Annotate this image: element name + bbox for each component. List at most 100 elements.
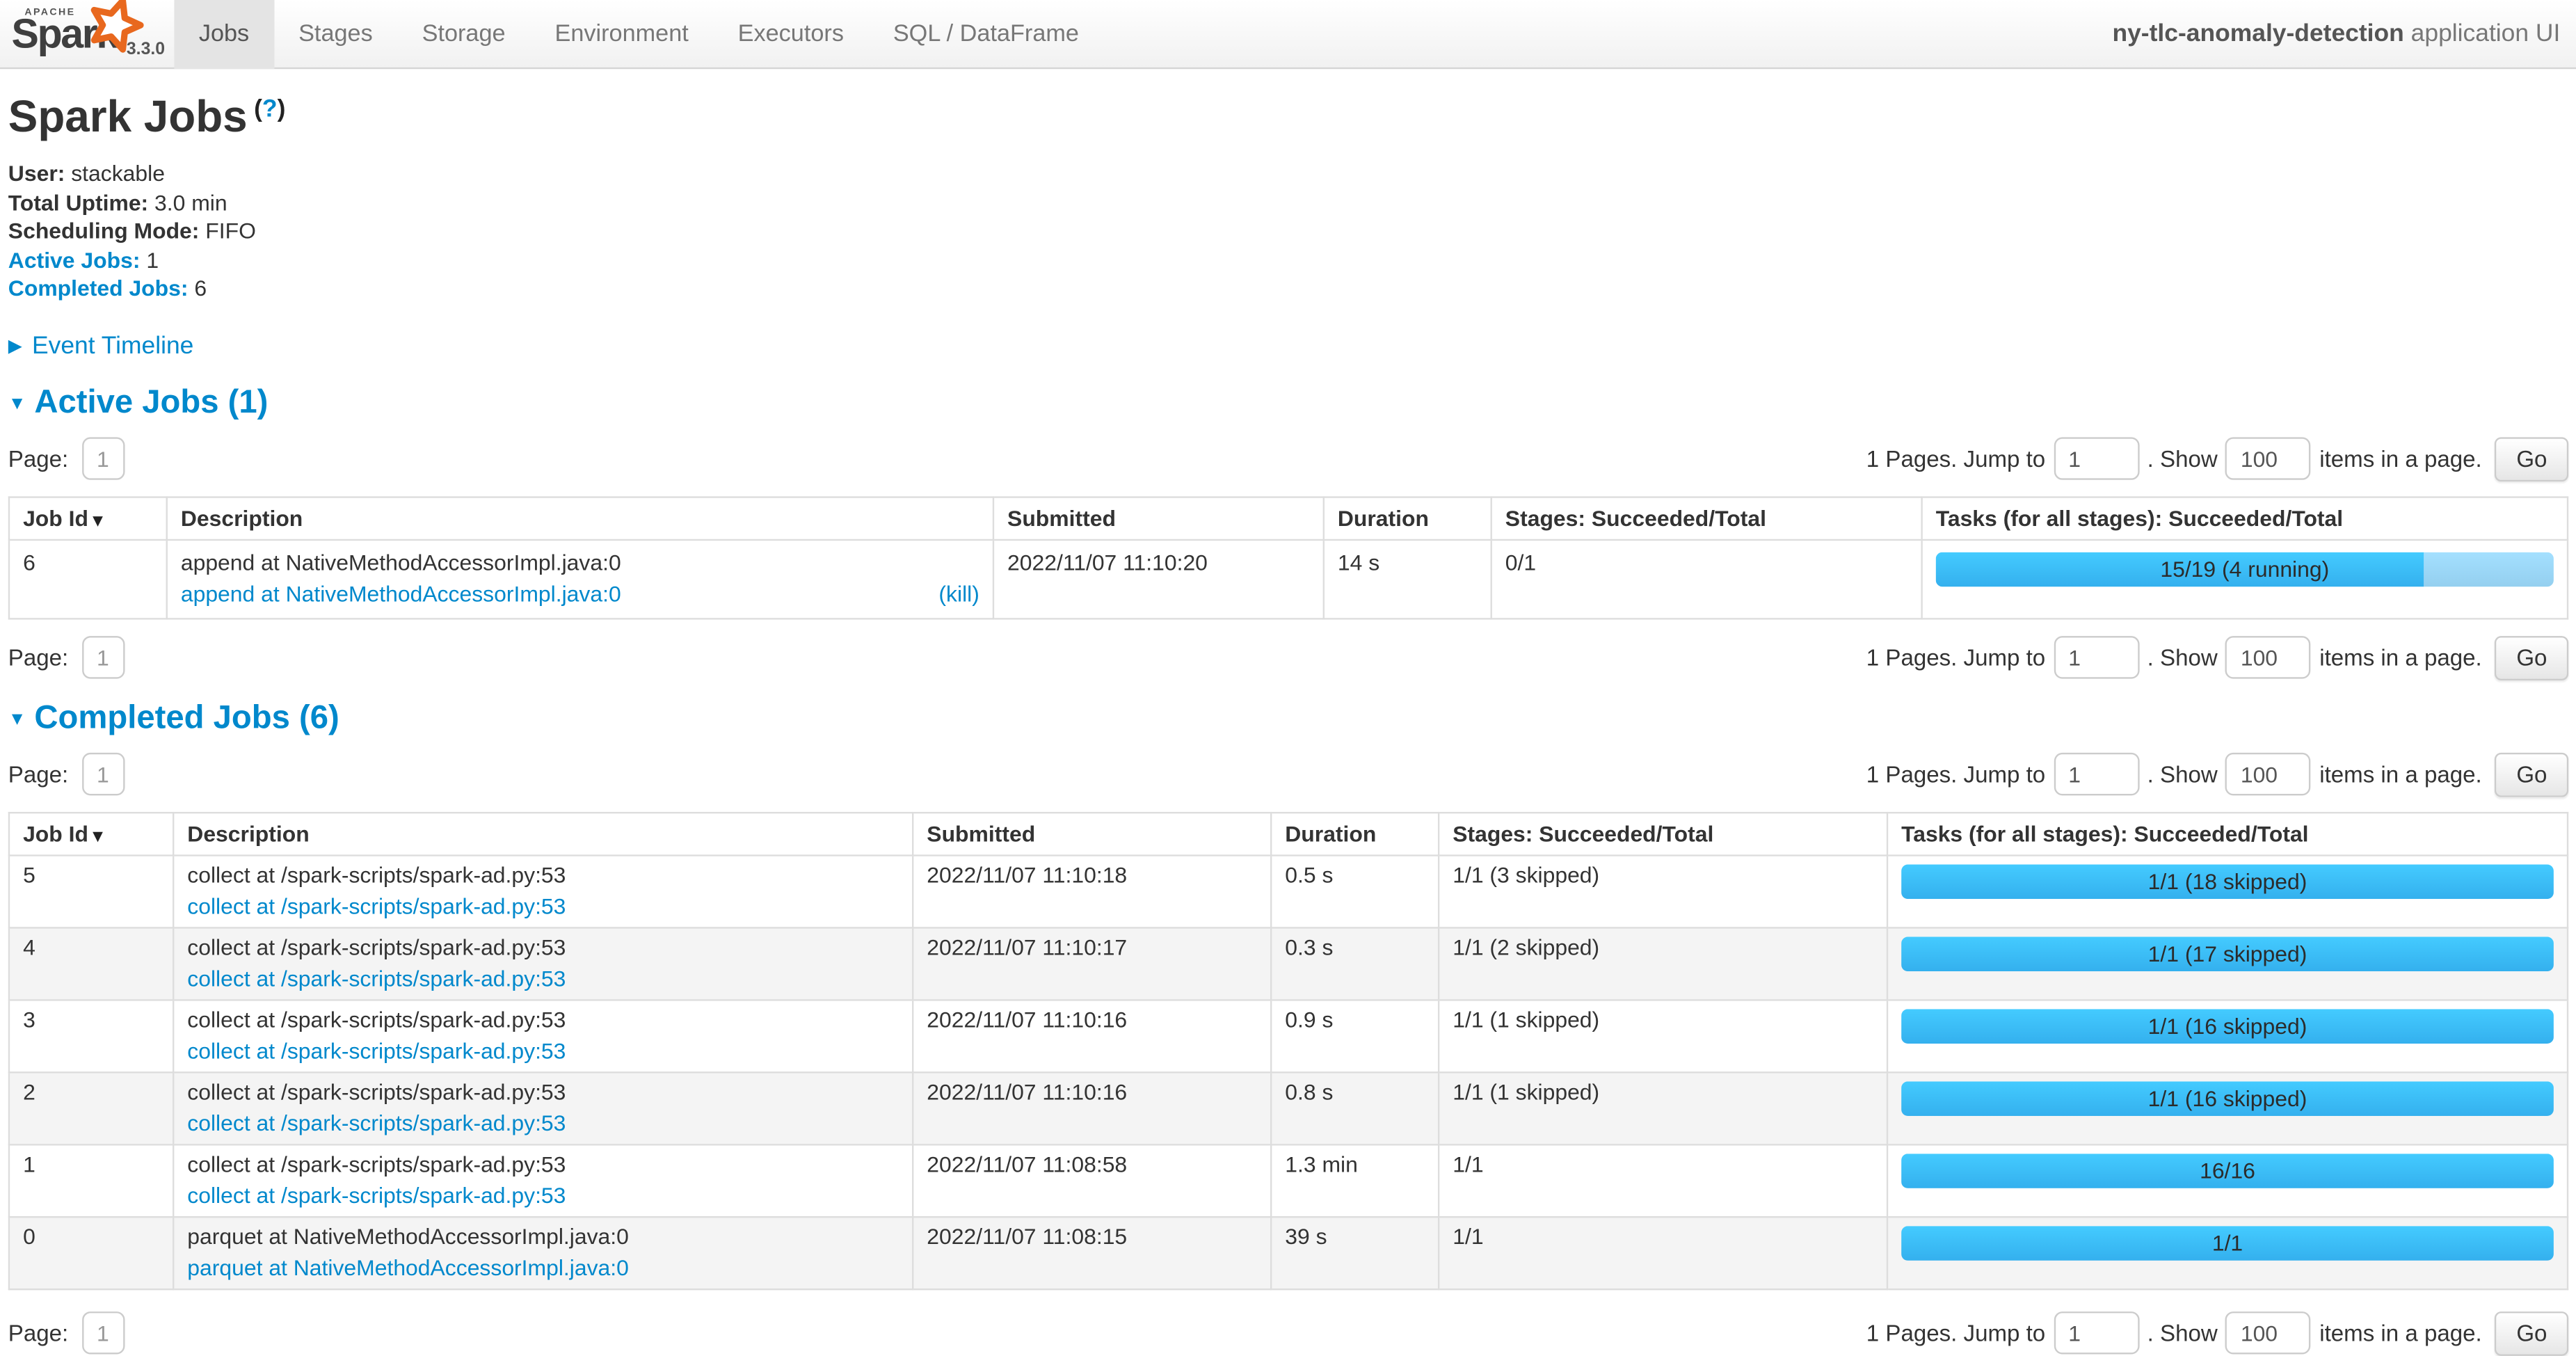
job-detail-link[interactable]: collect at /spark-scripts/spark-ad.py:53 bbox=[187, 1111, 566, 1135]
column-header-description[interactable]: Description bbox=[167, 497, 993, 540]
tab-stages[interactable]: Stages bbox=[274, 0, 398, 67]
go-button[interactable]: Go bbox=[2495, 753, 2569, 797]
duration-cell: 0.5 s bbox=[1271, 855, 1439, 927]
submitted-cell: 2022/11/07 11:10:16 bbox=[913, 1000, 1271, 1072]
pagination: Page: 1 Pages. Jump to . Show items in a… bbox=[8, 1311, 2568, 1356]
description-cell: collect at /spark-scripts/spark-ad.py:53… bbox=[173, 1144, 913, 1217]
completed-job-row: 0 parquet at NativeMethodAccessorImpl.ja… bbox=[9, 1217, 2568, 1289]
column-header-job-id[interactable]: Job Id▾ bbox=[9, 497, 167, 540]
completed-job-row: 5 collect at /spark-scripts/spark-ad.py:… bbox=[9, 855, 2568, 927]
job-detail-link[interactable]: parquet at NativeMethodAccessorImpl.java… bbox=[187, 1256, 629, 1280]
progress-label: 1/1 (16 skipped) bbox=[1901, 1009, 2554, 1044]
tasks-progress-cell: 1/1 (16 skipped) bbox=[1887, 1072, 2568, 1144]
progress-label: 1/1 (18 skipped) bbox=[1901, 864, 2554, 899]
completed-job-row: 3 collect at /spark-scripts/spark-ad.py:… bbox=[9, 1000, 2568, 1072]
show-text: . Show bbox=[2147, 762, 2218, 788]
column-header-submitted[interactable]: Submitted bbox=[993, 497, 1324, 540]
pages-total-text: 1 Pages. Jump to bbox=[1866, 645, 2045, 671]
stages-cell: 1/1 (3 skipped) bbox=[1439, 855, 1887, 927]
column-header-tasks[interactable]: Tasks (for all stages): Succeeded/Total bbox=[1887, 813, 2568, 855]
duration-cell: 14 s bbox=[1324, 540, 1491, 619]
items-per-page-input[interactable] bbox=[2226, 637, 2312, 679]
page-title: Spark Jobs(?) bbox=[8, 92, 2568, 143]
show-text: . Show bbox=[2147, 446, 2218, 472]
chevron-right-icon: ▶ bbox=[8, 337, 22, 356]
page-number-input[interactable] bbox=[81, 438, 124, 480]
uptime-info: Total Uptime: 3.0 min bbox=[8, 189, 2568, 218]
job-id-cell: 3 bbox=[9, 1000, 173, 1072]
job-detail-link[interactable]: collect at /spark-scripts/spark-ad.py:53 bbox=[187, 1183, 566, 1208]
completed-jobs-link[interactable]: Completed Jobs: bbox=[8, 277, 189, 301]
description-cell: parquet at NativeMethodAccessorImpl.java… bbox=[173, 1217, 913, 1289]
job-id-cell: 6 bbox=[9, 540, 167, 619]
go-button[interactable]: Go bbox=[2495, 437, 2569, 481]
stages-cell: 1/1 bbox=[1439, 1217, 1887, 1289]
submitted-cell: 2022/11/07 11:08:58 bbox=[913, 1144, 1271, 1217]
submitted-cell: 2022/11/07 11:10:20 bbox=[993, 540, 1324, 619]
job-detail-link[interactable]: collect at /spark-scripts/spark-ad.py:53 bbox=[187, 966, 566, 991]
page-number-input[interactable] bbox=[81, 1312, 124, 1355]
active-jobs-info: Active Jobs: 1 bbox=[8, 246, 2568, 276]
pagination: Page: 1 Pages. Jump to . Show items in a… bbox=[8, 636, 2568, 680]
jump-to-input[interactable] bbox=[2054, 637, 2139, 679]
spark-logo: APACHE Spark 3.3.0 bbox=[0, 0, 174, 67]
jump-to-input[interactable] bbox=[2054, 1312, 2139, 1355]
job-detail-link[interactable]: append at NativeMethodAccessorImpl.java:… bbox=[181, 582, 621, 606]
help-link[interactable]: (?) bbox=[254, 95, 285, 123]
items-text: items in a page. bbox=[2319, 446, 2481, 472]
page-number-input[interactable] bbox=[81, 637, 124, 679]
submitted-cell: 2022/11/07 11:10:17 bbox=[913, 927, 1271, 1000]
items-per-page-input[interactable] bbox=[2226, 1312, 2312, 1355]
column-header-tasks[interactable]: Tasks (for all stages): Succeeded/Total bbox=[1922, 497, 2568, 540]
job-id-cell: 5 bbox=[9, 855, 173, 927]
column-header-stages[interactable]: Stages: Succeeded/Total bbox=[1439, 813, 1887, 855]
column-header-stages[interactable]: Stages: Succeeded/Total bbox=[1491, 497, 1922, 540]
sort-desc-icon: ▾ bbox=[93, 511, 102, 531]
chevron-down-icon: ▼ bbox=[8, 710, 26, 729]
column-header-description[interactable]: Description bbox=[173, 813, 913, 855]
tasks-progress-cell: 1/1 (18 skipped) bbox=[1887, 855, 2568, 927]
pagination: Page: 1 Pages. Jump to . Show items in a… bbox=[8, 753, 2568, 797]
column-header-job-id[interactable]: Job Id▾ bbox=[9, 813, 173, 855]
tab-executors[interactable]: Executors bbox=[713, 0, 868, 67]
active-jobs-link[interactable]: Active Jobs: bbox=[8, 248, 141, 272]
items-per-page-input[interactable] bbox=[2226, 753, 2312, 796]
items-per-page-input[interactable] bbox=[2226, 438, 2312, 480]
kill-link[interactable]: (kill) bbox=[938, 582, 979, 608]
jump-to-input[interactable] bbox=[2054, 438, 2139, 480]
spark-version: 3.3.0 bbox=[127, 40, 165, 59]
event-timeline-toggle[interactable]: ▶Event Timeline bbox=[8, 332, 2568, 360]
active-jobs-table: Job Id▾ Description Submitted Duration S… bbox=[8, 496, 2568, 619]
summary-info: User: stackable Total Uptime: 3.0 min Sc… bbox=[8, 159, 2568, 304]
completed-jobs-heading[interactable]: ▼Completed Jobs (6) bbox=[8, 700, 2568, 737]
pages-total-text: 1 Pages. Jump to bbox=[1866, 1321, 2045, 1347]
progress-label: 1/1 bbox=[1901, 1226, 2554, 1261]
description-cell: collect at /spark-scripts/spark-ad.py:53… bbox=[173, 855, 913, 927]
pages-total-text: 1 Pages. Jump to bbox=[1866, 762, 2045, 788]
go-button[interactable]: Go bbox=[2495, 636, 2569, 680]
job-id-cell: 2 bbox=[9, 1072, 173, 1144]
tasks-progress-cell: 16/16 bbox=[1887, 1144, 2568, 1217]
tab-storage[interactable]: Storage bbox=[397, 0, 530, 67]
duration-cell: 39 s bbox=[1271, 1217, 1439, 1289]
active-jobs-heading[interactable]: ▼Active Jobs (1) bbox=[8, 385, 2568, 422]
tab-environment[interactable]: Environment bbox=[530, 0, 713, 67]
go-button[interactable]: Go bbox=[2495, 1311, 2569, 1356]
help-question-icon: ? bbox=[262, 95, 278, 123]
application-name: ny-tlc-anomaly-detection bbox=[2112, 19, 2403, 47]
description-cell: collect at /spark-scripts/spark-ad.py:53… bbox=[173, 1000, 913, 1072]
sort-desc-icon: ▾ bbox=[93, 827, 102, 846]
job-detail-link[interactable]: collect at /spark-scripts/spark-ad.py:53 bbox=[187, 894, 566, 918]
scheduling-mode-info: Scheduling Mode: FIFO bbox=[8, 217, 2568, 246]
jump-to-input[interactable] bbox=[2054, 753, 2139, 796]
completed-job-row: 2 collect at /spark-scripts/spark-ad.py:… bbox=[9, 1072, 2568, 1144]
tab-jobs[interactable]: Jobs bbox=[174, 0, 273, 67]
pagination: Page: 1 Pages. Jump to . Show items in a… bbox=[8, 437, 2568, 481]
page-number-input[interactable] bbox=[81, 753, 124, 796]
column-header-duration[interactable]: Duration bbox=[1324, 497, 1491, 540]
column-header-submitted[interactable]: Submitted bbox=[913, 813, 1271, 855]
job-detail-link[interactable]: collect at /spark-scripts/spark-ad.py:53 bbox=[187, 1039, 566, 1063]
column-header-duration[interactable]: Duration bbox=[1271, 813, 1439, 855]
tab-sql-dataframe[interactable]: SQL / DataFrame bbox=[868, 0, 1103, 67]
page-label: Page: bbox=[8, 645, 68, 671]
